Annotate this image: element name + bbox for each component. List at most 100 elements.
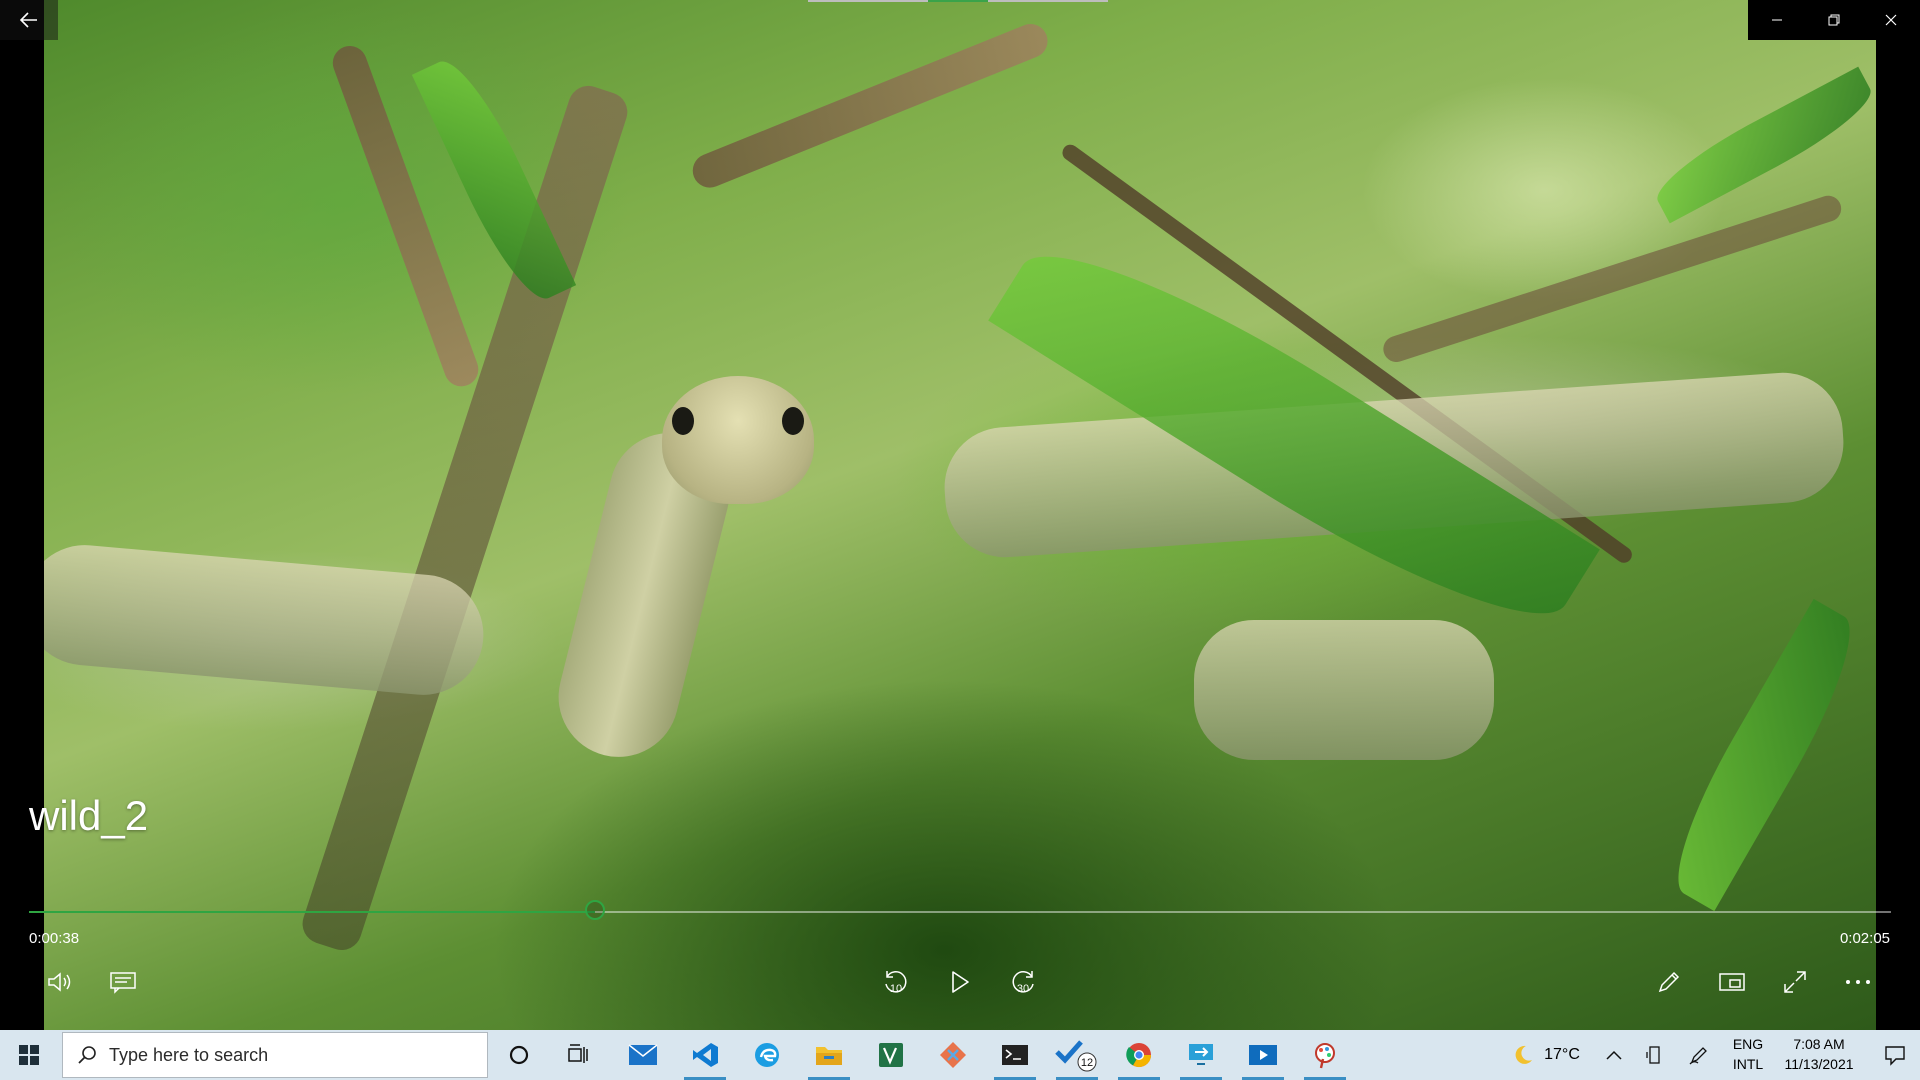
keyboard-layout: INTL — [1732, 1056, 1764, 1072]
seek-bar[interactable] — [29, 900, 1891, 920]
pencil-icon — [1658, 971, 1680, 993]
play-icon — [952, 971, 969, 993]
tray-pen-button[interactable] — [1682, 1030, 1716, 1080]
fullscreen-icon — [1784, 971, 1806, 993]
input-language[interactable]: ENG INTL — [1726, 1034, 1770, 1074]
skip-forward-button[interactable]: 30 — [1001, 962, 1045, 1002]
edit-button[interactable] — [1647, 962, 1691, 1002]
clock-date: 11/13/2021 — [1784, 1056, 1854, 1072]
taskbar-app-remote-desktop[interactable] — [1172, 1030, 1230, 1080]
pen-icon — [1689, 1047, 1707, 1065]
skip-forward-icon: 30 — [1012, 971, 1034, 995]
video-title: wild_2 — [29, 792, 149, 839]
leaf — [1653, 598, 1875, 912]
taskbar-app-file-explorer[interactable] — [800, 1030, 858, 1080]
show-hidden-icons-button[interactable] — [1598, 1030, 1630, 1080]
mini-view-button[interactable] — [1710, 962, 1754, 1002]
skip-back-icon: 10 — [885, 971, 907, 995]
minimize-icon — [1771, 19, 1782, 21]
chrome-icon — [1126, 1043, 1151, 1068]
git-diamond-icon — [940, 1042, 966, 1068]
mini-view-icon — [1719, 973, 1745, 991]
fullscreen-button[interactable] — [1773, 962, 1817, 1002]
media-player-window: wild_2 0:00:38 0:02:05 10 30 — [0, 0, 1920, 1030]
search-icon — [78, 1046, 96, 1064]
moon-icon — [1515, 1045, 1533, 1064]
spreadsheet-app-icon — [879, 1043, 903, 1067]
clock[interactable]: 7:08 AM 11/13/2021 — [1774, 1034, 1864, 1074]
task-view-button[interactable] — [550, 1030, 608, 1080]
top-indicator — [808, 0, 1108, 2]
taskbar-app-chrome[interactable] — [1110, 1030, 1168, 1080]
cortana-icon — [509, 1045, 529, 1065]
skip-back-button[interactable]: 10 — [874, 962, 918, 1002]
volume-icon — [48, 972, 71, 992]
taskbar-search[interactable]: Type here to search — [62, 1032, 488, 1078]
taskbar-app-terminal[interactable] — [986, 1030, 1044, 1080]
leaf — [1646, 66, 1876, 224]
cortana-button[interactable] — [490, 1030, 548, 1080]
back-arrow-icon — [20, 12, 37, 28]
vscode-icon — [693, 1043, 718, 1067]
close-button[interactable] — [1863, 0, 1920, 40]
branch — [1379, 192, 1845, 366]
folder-icon — [816, 1047, 842, 1065]
device-icon — [1646, 1046, 1660, 1064]
video-frame[interactable] — [44, 0, 1876, 1030]
notification-icon — [1885, 1046, 1905, 1066]
seek-bar-progress — [29, 911, 596, 913]
taskbar-app-git[interactable] — [924, 1030, 982, 1080]
mail-icon — [628, 1044, 658, 1065]
temperature: 17°C — [1544, 1046, 1580, 1063]
language-code: ENG — [1732, 1036, 1764, 1052]
taskbar-app-paint[interactable] — [1296, 1030, 1354, 1080]
total-time: 0:02:05 — [1839, 930, 1890, 947]
taskbar-app-vscode[interactable] — [676, 1030, 734, 1080]
top-indicator-segment — [928, 0, 988, 2]
taskbar: Type here to search 12 17°C ENG INTL 7:0… — [0, 1030, 1920, 1080]
volume-button[interactable] — [39, 962, 83, 1002]
close-icon — [1885, 14, 1897, 26]
start-button[interactable] — [0, 1030, 58, 1080]
task-view-icon — [568, 1044, 588, 1063]
taskbar-app-edge[interactable] — [738, 1030, 796, 1080]
notification-badge: 12 — [1081, 1057, 1093, 1069]
branch — [297, 80, 633, 956]
windows-logo-icon — [19, 1045, 39, 1065]
current-time: 0:00:38 — [29, 930, 80, 947]
action-center-button[interactable] — [1872, 1030, 1918, 1080]
snake-eye — [672, 407, 694, 435]
terminal-icon — [1002, 1045, 1028, 1065]
back-button[interactable] — [0, 0, 58, 40]
seek-bar-thumb[interactable] — [585, 900, 606, 920]
taskbar-app-todo[interactable]: 12 — [1048, 1030, 1106, 1080]
paint-icon — [1315, 1043, 1335, 1069]
skip-back-label: 10 — [890, 983, 902, 995]
tray-device-button[interactable] — [1638, 1030, 1670, 1080]
snake-eye — [782, 407, 804, 435]
skip-forward-label: 30 — [1017, 983, 1029, 995]
weather-widget[interactable]: 17°C — [1500, 1030, 1592, 1080]
restore-button[interactable] — [1805, 0, 1862, 40]
edge-icon — [755, 1043, 779, 1067]
more-icon — [1846, 980, 1870, 984]
remote-desktop-icon — [1189, 1044, 1213, 1065]
restore-icon — [1828, 14, 1840, 26]
play-button[interactable] — [938, 962, 982, 1002]
window-controls — [1748, 0, 1920, 40]
snake-head — [662, 376, 814, 504]
search-placeholder: Type here to search — [109, 1044, 269, 1065]
clock-time: 7:08 AM — [1793, 1036, 1845, 1052]
subtitles-icon — [110, 972, 136, 994]
branch — [687, 18, 1053, 193]
chevron-up-icon — [1606, 1050, 1622, 1060]
checkmark-icon: 12 — [1055, 1040, 1097, 1072]
subtitles-button[interactable] — [101, 962, 145, 1002]
minimize-button[interactable] — [1748, 0, 1805, 40]
taskbar-app-movies-tv[interactable] — [1234, 1030, 1292, 1080]
film-icon — [1249, 1045, 1277, 1065]
more-options-button[interactable] — [1836, 962, 1880, 1002]
taskbar-app-vs-spreadsheet[interactable] — [862, 1030, 920, 1080]
taskbar-app-mail[interactable] — [614, 1030, 672, 1080]
snake-coil — [1194, 620, 1494, 760]
